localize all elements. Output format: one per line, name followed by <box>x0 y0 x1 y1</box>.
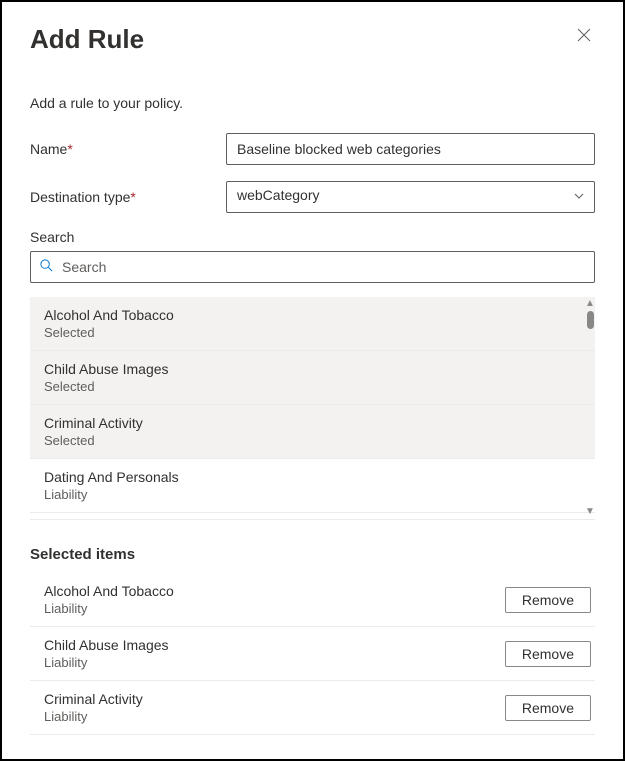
selected-item-text: Child Abuse Images Liability <box>44 637 169 670</box>
panel-header: Add Rule <box>30 24 595 55</box>
search-box[interactable] <box>30 251 595 283</box>
close-icon <box>577 28 591 42</box>
name-input[interactable] <box>226 133 595 165</box>
category-title: Alcohol And Tobacco <box>44 307 581 323</box>
category-item[interactable]: Alcohol And Tobacco Selected <box>30 297 595 351</box>
required-marker: * <box>130 189 135 205</box>
remove-button[interactable]: Remove <box>505 695 591 721</box>
name-label: Name* <box>30 141 226 157</box>
selected-items-list: Alcohol And TobaccoLiabilityRemoveChild … <box>30 573 595 735</box>
scrollbar[interactable]: ▲ ▼ <box>583 299 597 517</box>
category-subtitle: Selected <box>44 379 581 394</box>
panel-subtitle: Add a rule to your policy. <box>30 95 595 111</box>
destination-type-value: webCategory <box>226 181 595 213</box>
category-title: Dating And Personals <box>44 469 581 485</box>
selected-item-title: Child Abuse Images <box>44 637 169 653</box>
required-marker: * <box>67 141 72 157</box>
category-scroll[interactable]: Alcohol And TobaccoSelectedChild Abuse I… <box>30 297 595 519</box>
selected-item-subtitle: Liability <box>44 655 169 670</box>
destination-type-row: Destination type* webCategory <box>30 181 595 213</box>
remove-button[interactable]: Remove <box>505 641 591 667</box>
selected-item: Criminal Activity Liability Remove <box>30 681 595 735</box>
destination-type-select[interactable]: webCategory <box>226 181 595 213</box>
scroll-down-icon: ▼ <box>585 507 595 517</box>
remove-button[interactable]: Remove <box>505 587 591 613</box>
selected-item-title: Alcohol And Tobacco <box>44 583 174 599</box>
category-subtitle: Selected <box>44 433 581 448</box>
selected-item-text: Criminal Activity Liability <box>44 691 143 724</box>
selected-item: Child Abuse Images Liability Remove <box>30 627 595 681</box>
scroll-thumb[interactable] <box>587 311 594 329</box>
panel-title: Add Rule <box>30 24 144 55</box>
category-subtitle: Selected <box>44 325 581 340</box>
destination-type-label: Destination type* <box>30 189 226 205</box>
selected-items-heading: Selected items <box>30 546 595 563</box>
search-icon <box>39 258 54 276</box>
scroll-up-icon: ▲ <box>585 299 595 309</box>
selected-item-text: Alcohol And Tobacco Liability <box>44 583 174 616</box>
add-rule-panel: Add Rule Add a rule to your policy. Name… <box>0 0 625 761</box>
selected-item: Alcohol And Tobacco Liability Remove <box>30 573 595 627</box>
category-item[interactable]: Criminal Activity Selected <box>30 405 595 459</box>
search-input[interactable] <box>62 259 586 275</box>
category-title: Criminal Activity <box>44 415 581 431</box>
category-item[interactable]: Dating And Personals Liability <box>30 459 595 513</box>
selected-item-subtitle: Liability <box>44 601 174 616</box>
category-item[interactable]: Child Abuse Images Selected <box>30 351 595 405</box>
name-row: Name* <box>30 133 595 165</box>
selected-item-title: Criminal Activity <box>44 691 143 707</box>
category-title: Child Abuse Images <box>44 361 581 377</box>
selected-item-subtitle: Liability <box>44 709 143 724</box>
search-label: Search <box>30 229 595 245</box>
category-list: Alcohol And TobaccoSelectedChild Abuse I… <box>30 297 595 520</box>
category-subtitle: Liability <box>44 487 581 502</box>
search-section: Search <box>30 229 595 283</box>
close-button[interactable] <box>573 24 595 50</box>
